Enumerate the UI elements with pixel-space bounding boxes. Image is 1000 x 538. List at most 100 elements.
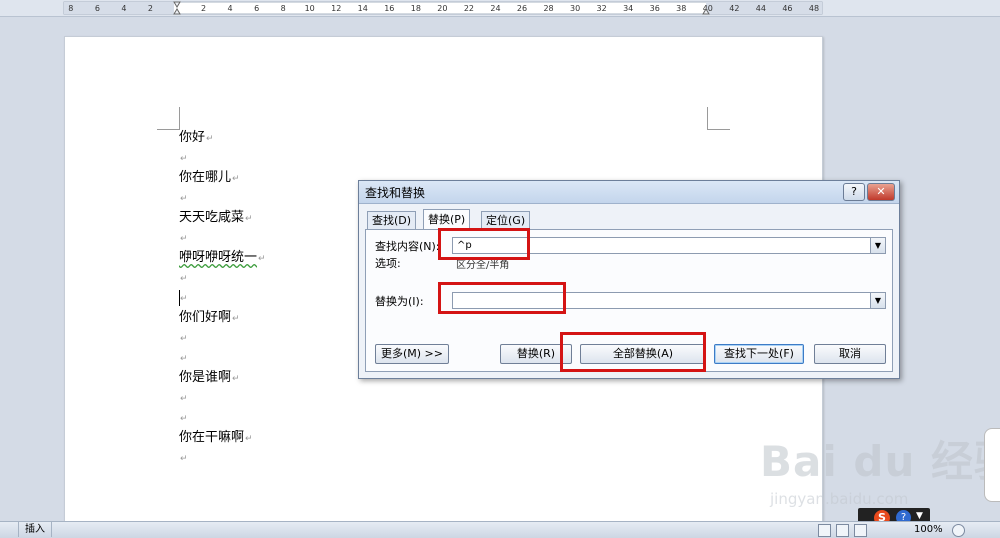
document-line[interactable]: ↵ [179,449,188,467]
paragraph-mark-icon: ↵ [206,134,214,144]
document-line[interactable]: 天天吃咸菜↵ [179,209,253,227]
document-line-text: 你们好啊 [179,310,232,325]
paragraph-mark-icon: ↵ [180,414,188,424]
close-button[interactable]: ✕ [867,183,895,201]
watermark-brand: Bai du 经验 [760,437,1000,486]
options-label: 选项: [375,257,401,270]
text-cursor [179,290,180,306]
document-line-text: 你是谁啊 [179,370,232,385]
insert-mode-indicator[interactable]: 插入 [18,522,52,537]
paragraph-mark-icon: ↵ [180,454,188,464]
ruler-tick-label: 10 [305,4,315,13]
document-line[interactable]: 你们好啊↵ [179,309,240,327]
tab-replace[interactable]: 替换(P) [423,209,471,230]
ruler-tick-label: 34 [623,4,633,13]
document-line[interactable]: ↵ [179,189,188,207]
replace-with-label: 替换为(I): [375,295,424,308]
tab-find[interactable]: 查找(D) [367,211,417,229]
document-line-text: 你在干嘛啊 [179,430,245,445]
paragraph-mark-icon: ↵ [232,314,240,324]
ruler-tick-label: 4 [121,4,126,13]
dialog-title: 查找和替换 [365,186,426,200]
document-line[interactable]: ↵ [179,389,188,407]
ruler-tick-label: 46 [782,4,792,13]
paragraph-mark-icon: ↵ [245,434,253,444]
find-history-dropdown-icon[interactable]: ▼ [870,238,885,253]
ruler-tick-label: 48 [809,4,819,13]
paragraph-mark-icon: ↵ [180,194,188,204]
document-line[interactable]: ↵ [179,329,188,347]
paragraph-mark-icon: ↵ [232,374,240,384]
ruler-tick-label: 22 [464,4,474,13]
find-next-button[interactable]: 查找下一处(F) [714,344,804,364]
status-bar: 插入 100% [0,521,1000,538]
document-line[interactable]: 咿呀咿呀统一↵ [179,249,266,267]
document-line[interactable]: ↵ [179,149,188,167]
document-line-text: 你在哪儿 [179,170,232,185]
tab-goto[interactable]: 定位(G) [481,211,531,229]
ruler-tick-label: 2 [148,4,153,13]
paragraph-mark-icon: ↵ [180,354,188,364]
find-what-label: 查找内容(N): [375,240,440,253]
paragraph-mark-icon: ↵ [180,334,188,344]
replace-all-highlight [560,332,706,372]
ruler-tick-label: 18 [411,4,421,13]
ruler-left-margin [64,2,174,14]
print-layout-view-icon[interactable] [818,524,831,537]
ruler-tick-label: 6 [95,4,100,13]
crop-mark-top-left [157,107,180,130]
find-field-highlight [438,228,530,260]
document-line-text: 天天吃咸菜 [179,210,245,225]
cancel-button[interactable]: 取消 [814,344,886,364]
ruler-tick-label: 8 [281,4,286,13]
document-line[interactable]: ↵ [179,269,188,287]
dialog-titlebar[interactable]: 查找和替换 ? ✕ [359,181,899,204]
ruler-tick-label: 16 [384,4,394,13]
zoom-level[interactable]: 100% [914,523,943,537]
document-line[interactable]: ↵ [179,289,188,307]
paragraph-mark-icon: ↵ [232,174,240,184]
more-button[interactable]: 更多(M) >> [375,344,449,364]
help-button[interactable]: ? [843,183,865,201]
document-line[interactable]: ↵ [179,229,188,247]
zoom-out-icon[interactable] [952,524,965,537]
ruler-tick-label: 12 [331,4,341,13]
document-line-text: 你好 [179,130,206,145]
paragraph-mark-icon: ↵ [180,154,188,164]
document-line[interactable]: 你在干嘛啊↵ [179,429,253,447]
web-layout-view-icon[interactable] [854,524,867,537]
ruler-tick-label: 28 [543,4,553,13]
document-line[interactable]: 你好↵ [179,129,214,147]
document-line[interactable]: 你是谁啊↵ [179,369,240,387]
paragraph-mark-icon: ↵ [180,394,188,404]
ruler-tick-label: 38 [676,4,686,13]
document-line[interactable]: 你在哪儿↵ [179,169,240,187]
ruler-tick-label: 26 [517,4,527,13]
ruler-tick-label: 36 [650,4,660,13]
ruler-tick-label: 4 [228,4,233,13]
paragraph-mark-icon: ↵ [258,254,266,264]
document-line[interactable]: ↵ [179,349,188,367]
paragraph-mark-icon: ↵ [245,214,253,224]
ruler-tick-label: 30 [570,4,580,13]
watermark-url: jingyan.baidu.com [770,490,909,508]
ime-menu-arrow-icon[interactable]: ▼ [916,511,923,521]
full-screen-reading-view-icon[interactable] [836,524,849,537]
ruler-tick-label: 6 [254,4,259,13]
side-floating-panel[interactable] [984,428,1000,502]
document-line-text: 咿呀咿呀统一 [179,250,258,265]
replace-history-dropdown-icon[interactable]: ▼ [870,293,885,308]
ruler-tick-label: 8 [68,4,73,13]
ruler-tick-label: 20 [437,4,447,13]
ruler-tick-label: 42 [729,4,739,13]
ruler-tick-label: 32 [597,4,607,13]
paragraph-mark-icon: ↵ [180,234,188,244]
ruler-tick-label: 44 [756,4,766,13]
paragraph-mark-icon: ↵ [180,294,188,304]
crop-mark-top-right [707,107,730,130]
ruler-tick-label: 14 [358,4,368,13]
paragraph-mark-icon: ↵ [180,274,188,284]
document-line[interactable]: ↵ [179,409,188,427]
ruler-tick-label: 24 [490,4,500,13]
horizontal-ruler[interactable]: 8 6 4 2 2 4 6 8 10 12 14 16 18 20 22 24 26 28 30 32 34 36 38 40… [0,0,1000,17]
